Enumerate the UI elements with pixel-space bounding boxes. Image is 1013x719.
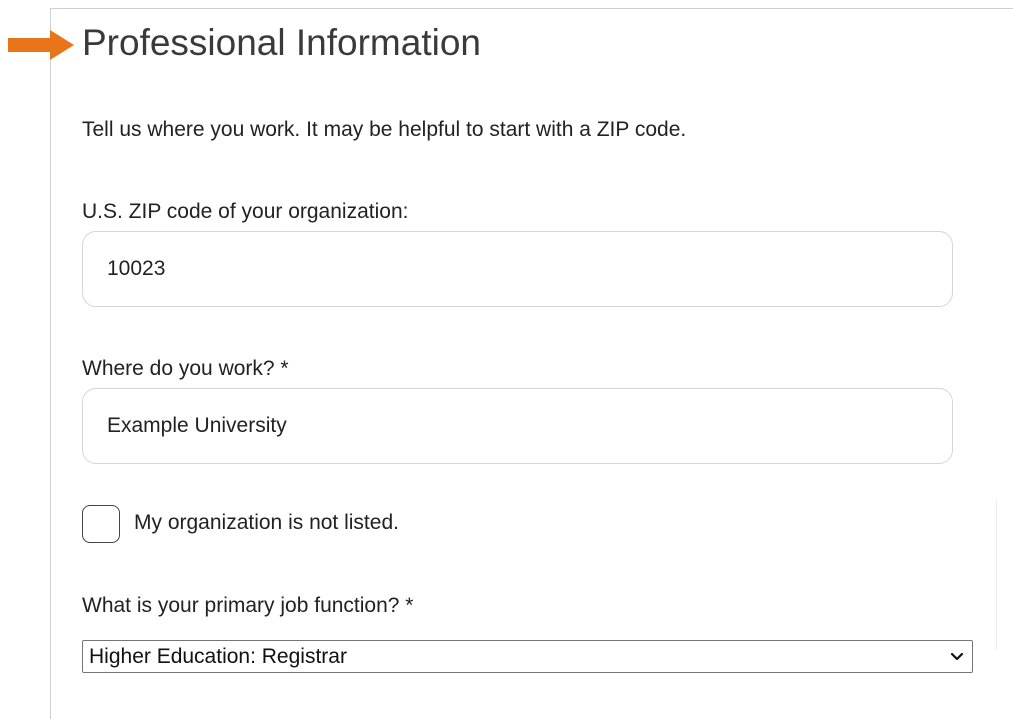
panel-left-border: [50, 8, 51, 719]
panel-right-edge: [996, 500, 997, 650]
workplace-input[interactable]: [82, 388, 953, 464]
intro-text: Tell us where you work. It may be helpfu…: [82, 118, 687, 141]
panel-top-border: [50, 8, 1013, 9]
not-listed-label[interactable]: My organization is not listed.: [134, 511, 399, 535]
chevron-down-icon: [942, 640, 972, 673]
arrow-right-icon: [8, 30, 74, 60]
not-listed-checkbox[interactable]: [82, 505, 120, 543]
workplace-label: Where do you work? *: [82, 357, 289, 380]
job-function-selected-value: Higher Education: Registrar: [89, 644, 347, 668]
job-function-label: What is your primary job function? *: [82, 594, 414, 617]
section-title: Professional Information: [82, 22, 481, 63]
job-function-select[interactable]: Higher Education: Registrar: [82, 640, 973, 673]
professional-info-page: Professional Information Tell us where y…: [0, 0, 1013, 719]
zip-label: U.S. ZIP code of your organization:: [82, 200, 409, 223]
zip-input[interactable]: [82, 231, 953, 307]
